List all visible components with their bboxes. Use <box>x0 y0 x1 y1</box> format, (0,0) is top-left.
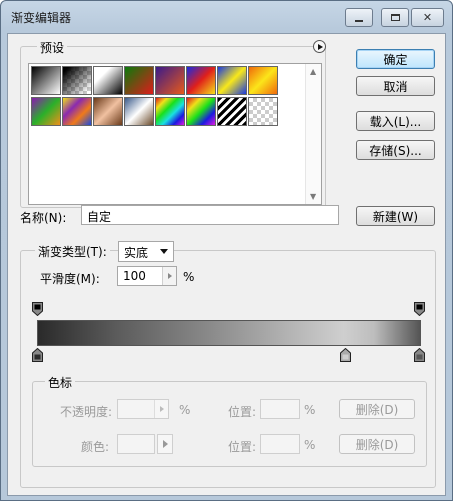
presets-menu-button[interactable] <box>313 40 326 53</box>
preset-swatch-orange-yellow-orange[interactable] <box>248 66 278 95</box>
color-stop-left[interactable] <box>32 347 43 362</box>
color-delete-button[interactable]: 删除(D) <box>339 434 415 454</box>
close-icon: ✕ <box>422 11 433 24</box>
color-location-input[interactable] <box>260 434 300 454</box>
cancel-button[interactable]: 取消 <box>356 76 435 96</box>
opacity-delete-button[interactable]: 删除(D) <box>339 399 415 419</box>
opacity-location-unit: % <box>304 403 316 417</box>
save-button[interactable]: 存储(S)... <box>356 140 435 160</box>
presets-label: 预设 <box>37 39 68 56</box>
gradient-type-label: 渐变类型(T): <box>35 243 110 260</box>
ok-button[interactable]: 确定 <box>356 49 435 69</box>
maximize-icon <box>390 14 400 21</box>
opacity-stop-left[interactable] <box>32 302 43 317</box>
stops-label: 色标 <box>45 374 76 391</box>
preset-swatch-black-transparent[interactable] <box>62 66 92 95</box>
gradient-preview-bar[interactable] <box>37 320 421 346</box>
load-button[interactable]: 载入(L)... <box>356 111 435 131</box>
stepper-arrow-icon <box>159 406 164 412</box>
color-label: 颜色: <box>81 440 110 454</box>
color-location-label: 位置: <box>228 440 257 454</box>
opacity-unit: % <box>179 403 191 417</box>
close-button[interactable]: ✕ <box>411 8 444 27</box>
opacity-stop-right[interactable] <box>414 302 425 317</box>
smoothness-unit: % <box>183 270 195 284</box>
chevron-down-icon <box>160 249 168 254</box>
scroll-down-icon[interactable]: ▼ <box>310 192 316 201</box>
gradient-editor-window: 渐变编辑器 ✕ 预设 ▲ ▼ 确定 取消 载入(L)... 存储(S)... 名… <box>0 0 453 501</box>
gradient-type-select[interactable]: 实底 <box>118 241 174 262</box>
stops-group: 色标 不透明度: % 位置: % 删除(D) 颜色: 位置: % 删除(D) <box>32 374 427 467</box>
preset-swatch-spectrum[interactable] <box>155 97 185 126</box>
color-picker-button[interactable] <box>157 434 173 454</box>
preset-swatch-blue-yellow-blue[interactable] <box>217 66 247 95</box>
presets-group: 预设 ▲ ▼ <box>20 39 326 208</box>
stepper-arrow-icon <box>167 273 172 279</box>
name-label: 名称(N): <box>20 211 67 225</box>
color-location-unit: % <box>304 438 316 452</box>
color-stop-right[interactable] <box>414 347 425 362</box>
preset-swatch-blue-red-yellow[interactable] <box>186 66 216 95</box>
preset-swatch-black-white[interactable] <box>31 66 61 95</box>
maximize-button[interactable] <box>381 8 409 27</box>
dialog-body: 预设 ▲ ▼ 确定 取消 载入(L)... 存储(S)... 名称(N): 自定… <box>7 33 446 496</box>
minimize-button[interactable] <box>345 8 373 27</box>
opacity-label: 不透明度: <box>60 405 113 419</box>
preset-swatch-copper[interactable] <box>93 97 123 126</box>
preset-swatch-violet-green-orange[interactable] <box>31 97 61 126</box>
preset-swatch-transparent-stripes[interactable] <box>217 97 247 126</box>
preset-swatch-transparent-rainbow[interactable] <box>186 97 216 126</box>
window-title: 渐变编辑器 <box>11 11 72 25</box>
preset-swatch-yellow-violet-orange-blue[interactable] <box>62 97 92 126</box>
preset-swatch-red-green[interactable] <box>124 66 154 95</box>
smoothness-label: 平滑度(M): <box>40 272 100 286</box>
gradient-type-group: 渐变类型(T): 实底 平滑度(M): 100 % 色标 不透明度: % 位置:… <box>20 241 436 488</box>
flyout-arrow-icon <box>318 43 323 50</box>
new-button[interactable]: 新建(W) <box>356 206 435 226</box>
color-stop-middle[interactable] <box>340 347 351 362</box>
preset-swatch-chrome[interactable] <box>124 97 154 126</box>
preset-scrollbar[interactable]: ▲ ▼ <box>305 64 321 204</box>
preset-swatch-black-white-2[interactable] <box>93 66 123 95</box>
preset-swatch-neutral-density[interactable] <box>248 97 278 126</box>
color-arrow-icon <box>162 440 168 448</box>
opacity-stepper[interactable] <box>154 400 168 418</box>
preset-swatch-list[interactable]: ▲ ▼ <box>28 63 322 205</box>
smoothness-stepper[interactable] <box>162 267 176 285</box>
minimize-icon <box>355 19 363 22</box>
gradient-type-value: 实底 <box>124 246 149 260</box>
title-bar[interactable]: 渐变编辑器 ✕ <box>1 1 452 31</box>
preset-swatch-violet-orange[interactable] <box>155 66 185 95</box>
color-swatch[interactable] <box>117 434 155 454</box>
opacity-location-input[interactable] <box>260 399 300 419</box>
opacity-location-label: 位置: <box>228 405 257 419</box>
name-input[interactable]: 自定 <box>81 205 339 225</box>
scroll-up-icon[interactable]: ▲ <box>310 67 316 76</box>
